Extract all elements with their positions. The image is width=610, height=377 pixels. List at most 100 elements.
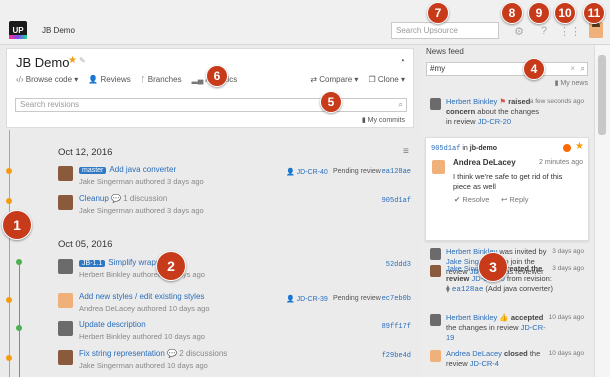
avatar bbox=[430, 98, 441, 110]
timeline-dot bbox=[16, 259, 22, 265]
search-icon: ⌕ bbox=[580, 64, 585, 73]
revision-author: Herbert Binkley authored 10 days ago bbox=[79, 332, 205, 341]
revision-title[interactable]: Fix string representation 💬 2 discussion… bbox=[79, 349, 227, 358]
avatar bbox=[58, 350, 73, 365]
revision-row[interactable]: Update description Herbert Binkley author… bbox=[58, 319, 413, 347]
avatar bbox=[58, 195, 73, 210]
timeline-dot bbox=[6, 198, 12, 204]
revision-author: Jake Singerman authored 3 days ago bbox=[79, 206, 204, 215]
marker-5: 5 bbox=[320, 91, 342, 113]
revision-title[interactable]: JB-1.1 Simplify wrapper bbox=[79, 258, 167, 267]
revision-title[interactable]: master Add java converter bbox=[79, 165, 176, 174]
timeline-dot bbox=[6, 297, 12, 303]
revision-hash[interactable]: 89ff17f bbox=[382, 323, 411, 331]
timeline-dot bbox=[6, 168, 12, 174]
avatar bbox=[58, 321, 73, 336]
avatar bbox=[430, 248, 441, 260]
feed-item[interactable]: Andrea DeLacey closed the review JD-CR-4… bbox=[426, 349, 588, 375]
project-name[interactable]: JB Demo bbox=[42, 26, 75, 35]
reviews-link[interactable]: 👤 Reviews bbox=[88, 75, 130, 84]
avatar bbox=[430, 350, 441, 362]
revision-row[interactable]: JB-1.1 Simplify wrapper Herbert Binkley au… bbox=[58, 257, 413, 285]
project-title: JB Demo bbox=[16, 55, 70, 70]
reply-button[interactable]: ↩ Reply bbox=[501, 195, 529, 204]
revision-hash[interactable]: 905d1af bbox=[382, 197, 411, 205]
avatar bbox=[430, 314, 441, 326]
timeline-dot bbox=[6, 355, 12, 361]
review-status: Pending review bbox=[333, 168, 381, 175]
avatar bbox=[58, 166, 73, 181]
user-avatar[interactable] bbox=[589, 22, 603, 38]
project-card: JB Demo ★ ✎ ◔ ‹/› Browse code ▾ 👤 Review… bbox=[6, 48, 414, 128]
scrollbar-thumb[interactable] bbox=[598, 55, 606, 135]
marker-6: 6 bbox=[206, 65, 228, 87]
revision-author: Jake Singerman authored 3 days ago bbox=[79, 177, 204, 186]
revision-author: Herbert Binkley authored 10 days ago bbox=[79, 270, 205, 279]
star-icon[interactable]: ★ bbox=[575, 141, 584, 152]
marker-3: 3 bbox=[478, 252, 508, 282]
resolve-button[interactable]: ✔ Resolve bbox=[454, 195, 489, 204]
upsource-logo[interactable]: UP bbox=[9, 21, 27, 39]
branches-link[interactable]: ᚴ Branches bbox=[141, 75, 182, 84]
revision-hash[interactable]: 52ddd3 bbox=[386, 261, 411, 269]
avatar bbox=[58, 293, 73, 308]
branch-tag[interactable]: master bbox=[79, 167, 107, 174]
marker-11: 11 bbox=[583, 2, 605, 24]
revision-title[interactable]: Cleanup 💬 1 discussion bbox=[79, 194, 167, 203]
revision-row[interactable]: master Add java converter Jake Singerman a… bbox=[58, 164, 413, 192]
search-upsource-input[interactable]: Search Upsource bbox=[391, 22, 499, 39]
marker-7: 7 bbox=[427, 2, 449, 24]
review-status: Pending review bbox=[333, 295, 381, 302]
discussion-icon: 💬 bbox=[111, 194, 122, 203]
settings-icon[interactable]: ⚙ bbox=[512, 24, 526, 38]
news-feed-title: News feed bbox=[426, 47, 464, 56]
marker-1: 1 bbox=[2, 210, 32, 240]
feed-item[interactable]: Herbert Binkley 👍 accepted the changes i… bbox=[426, 313, 588, 342]
github-icon[interactable]: ◔ bbox=[399, 56, 405, 67]
unread-dot bbox=[563, 144, 571, 152]
review-link[interactable]: 👤 JD-CR-40 bbox=[286, 168, 328, 176]
feed-search-input[interactable]: #my × ⌕ bbox=[426, 62, 588, 76]
revision-title[interactable]: Add new styles / edit existing styles bbox=[79, 292, 204, 301]
review-link[interactable]: 👤 JD-CR-39 bbox=[286, 295, 328, 303]
revision-hash[interactable]: ea128ae bbox=[382, 168, 411, 176]
avatar bbox=[430, 265, 441, 277]
menu-icon[interactable]: ≡ bbox=[403, 146, 409, 157]
discussion-card: 905d1af in jb-demo ★ Andrea DeLacey 2 mi… bbox=[425, 137, 589, 241]
revision-hash[interactable]: f29be4d bbox=[382, 352, 411, 360]
revision-author: Jake Singerman authored 10 days ago bbox=[79, 361, 208, 370]
project-actions: ⇄ Compare ▾ ❐ Clone ▾ bbox=[310, 75, 405, 84]
compare-button[interactable]: ⇄ Compare ▾ bbox=[310, 75, 358, 84]
avatar bbox=[58, 259, 73, 274]
date-heading: Oct 12, 2016 bbox=[58, 147, 113, 158]
revision-row[interactable]: Add new styles / edit existing styles And… bbox=[58, 291, 413, 319]
revision-author: Andrea DeLacey authored 10 days ago bbox=[79, 304, 210, 313]
apps-grid-icon[interactable]: ⋮⋮ bbox=[559, 24, 581, 38]
edit-icon[interactable]: ✎ bbox=[79, 56, 86, 65]
marker-2: 2 bbox=[156, 251, 186, 281]
project-nav: ‹/› Browse code ▾ 👤 Reviews ᚴ Branches ▂… bbox=[16, 75, 237, 84]
feed-item[interactable]: Herbert Binkley ⚑ raised concern about t… bbox=[426, 97, 588, 133]
marker-8: 8 bbox=[501, 2, 523, 24]
star-icon[interactable]: ★ bbox=[68, 55, 77, 66]
browse-code-link[interactable]: ‹/› Browse code ▾ bbox=[16, 75, 78, 84]
search-revisions-input[interactable]: Search revisions ⌕ bbox=[15, 98, 407, 112]
marker-10: 10 bbox=[554, 2, 576, 24]
search-icon: ⌕ bbox=[398, 100, 403, 109]
revision-row[interactable]: Cleanup 💬 1 discussion Jake Singerman aut… bbox=[58, 193, 413, 221]
clone-button[interactable]: ❐ Clone ▾ bbox=[368, 75, 405, 84]
branch-tag[interactable]: JB-1.1 bbox=[79, 260, 106, 267]
date-heading: Oct 05, 2016 bbox=[58, 239, 113, 250]
revision-hash[interactable]: ec7eb0b bbox=[382, 295, 411, 303]
revision-row[interactable]: Fix string representation 💬 2 discussion… bbox=[58, 348, 413, 376]
clear-icon[interactable]: × bbox=[570, 63, 575, 75]
timeline-branch-line bbox=[19, 262, 20, 377]
my-commits-toggle[interactable]: ▮ My commits bbox=[362, 116, 405, 124]
marker-9: 9 bbox=[528, 2, 550, 24]
timeline-dot bbox=[16, 325, 22, 331]
help-icon[interactable]: ? bbox=[537, 24, 551, 38]
marker-4: 4 bbox=[523, 58, 545, 80]
discussion-icon: 💬 bbox=[167, 349, 178, 358]
my-news-toggle[interactable]: ▮ My news bbox=[555, 79, 588, 87]
revision-title[interactable]: Update description bbox=[79, 320, 146, 329]
